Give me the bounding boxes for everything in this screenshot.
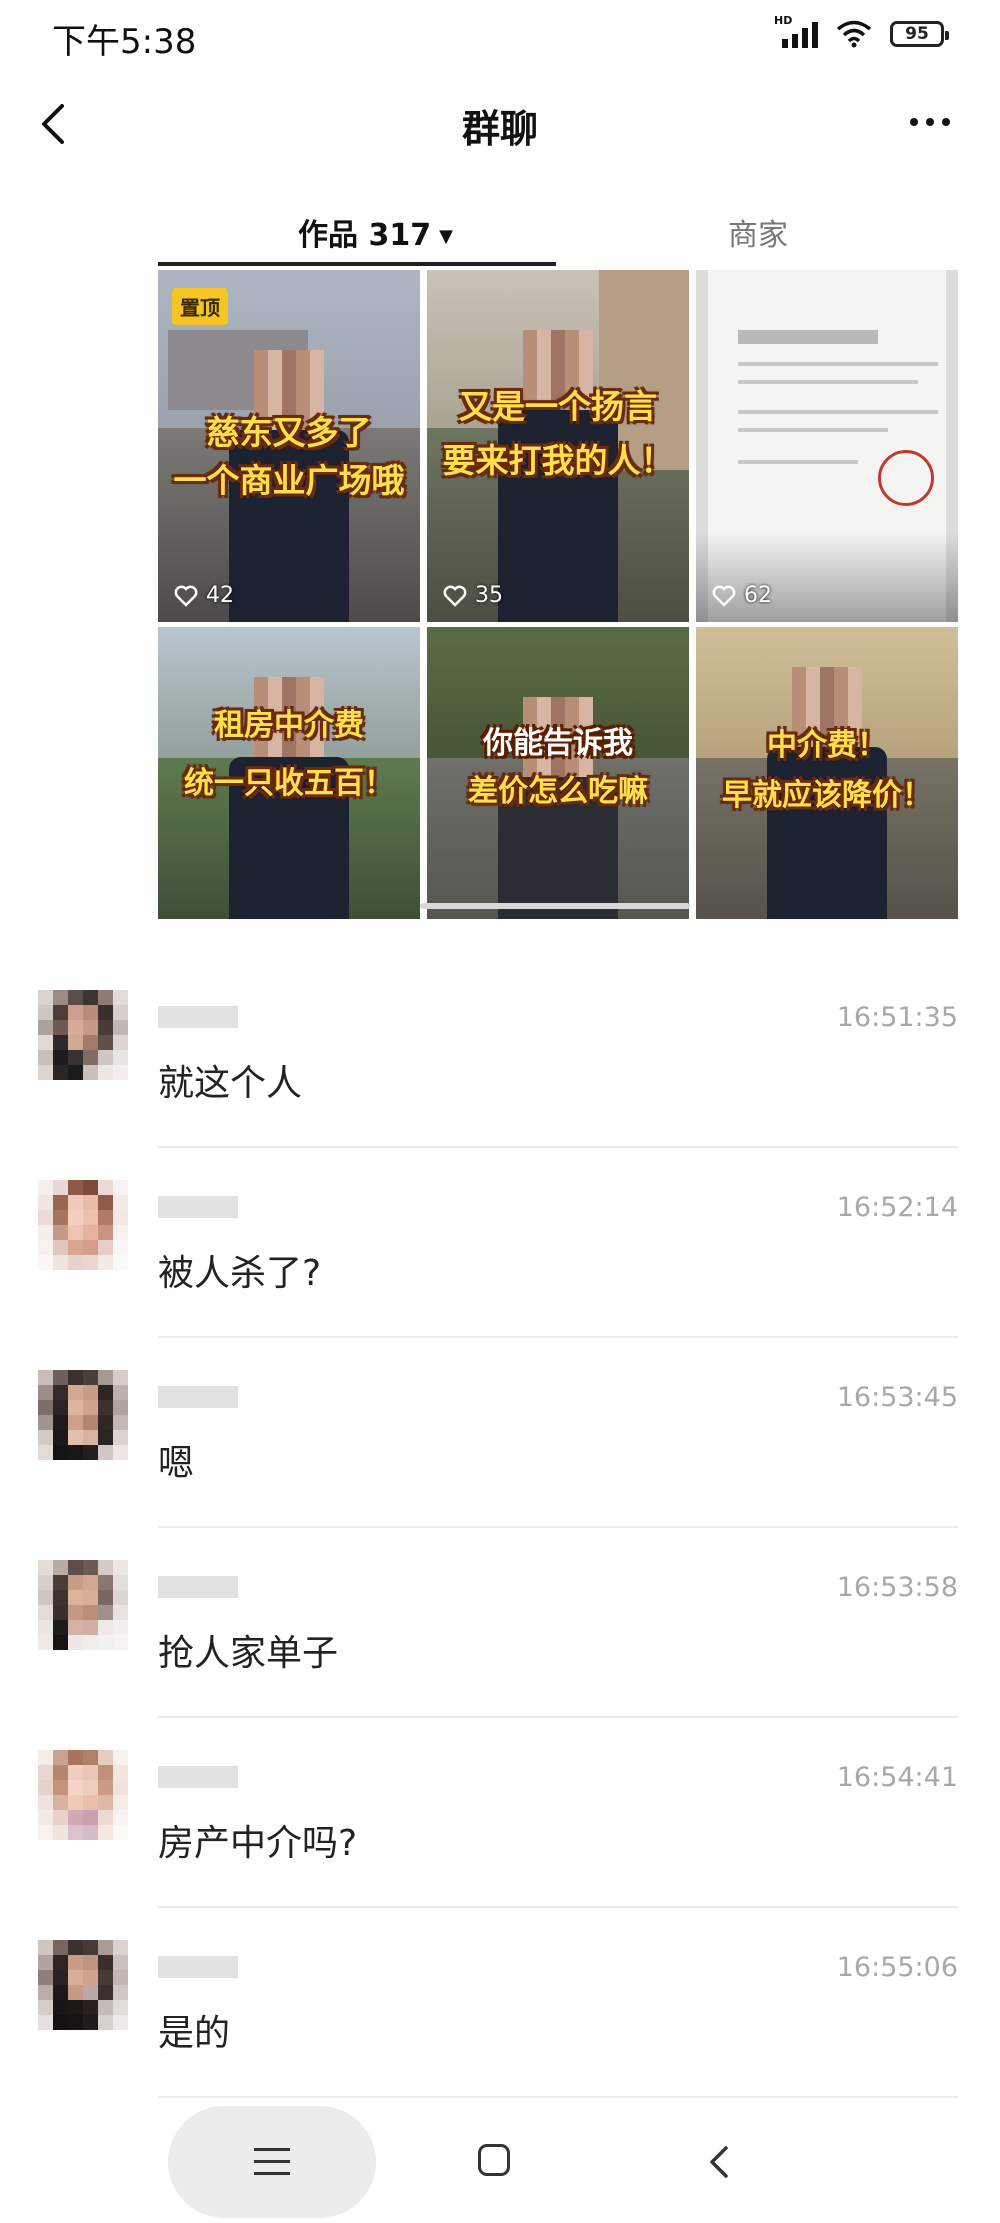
video-tile[interactable]: 中介费！ 早就应该降价！ — [696, 627, 958, 919]
video-grid: 置顶 慈东又多了 一个商业广场哦 42 又是一个扬言 要来打我的人！ 35 62… — [158, 270, 958, 920]
message-text: 房产中介吗? — [158, 1823, 358, 1864]
message-text: 就这个人 — [158, 1063, 303, 1104]
video-caption-line: 租房中介费 — [214, 708, 364, 743]
battery-level: 95 — [905, 24, 929, 44]
sender-name-blurred — [158, 1196, 238, 1218]
menu-button[interactable] — [168, 2106, 376, 2218]
message-time: 16:54:41 — [836, 1762, 958, 1793]
avatar[interactable] — [38, 990, 128, 1080]
avatar[interactable] — [38, 1750, 128, 1840]
video-caption-line: 统一只收五百！ — [184, 766, 394, 801]
status-bar: 下午5:38 HD 95 — [0, 0, 1000, 72]
message-text: 抢人家单子 — [158, 1633, 339, 1674]
hd-label: HD — [774, 14, 793, 27]
nav-bar: 群聊 — [0, 72, 1000, 182]
message-time: 16:55:06 — [836, 1952, 958, 1983]
video-tile[interactable]: 62 — [696, 270, 958, 622]
page-title: 群聊 — [461, 107, 538, 151]
heart-icon — [443, 585, 467, 607]
chat-message[interactable]: 被人杀了? 16:52:14 — [0, 1148, 1000, 1338]
caret-down-icon: ▼ — [439, 226, 453, 247]
sender-name-blurred — [158, 1956, 238, 1978]
video-caption-line: 早就应该降价！ — [722, 778, 932, 813]
profile-tabs: 作品 317 ▼ 商家 — [158, 196, 958, 268]
message-time: 16:51:35 — [836, 1002, 958, 1033]
home-icon[interactable] — [478, 2144, 510, 2176]
message-text: 被人杀了? — [158, 1253, 322, 1294]
video-tile[interactable]: 租房中介费 统一只收五百！ — [158, 627, 420, 919]
message-text: 嗯 — [158, 1443, 195, 1484]
battery-icon: 95 — [890, 21, 949, 47]
chat-message[interactable]: 是的 16:55:06 — [0, 1908, 1000, 2098]
signal-icon: HD — [774, 14, 818, 48]
like-count-value: 42 — [206, 583, 234, 608]
heart-icon — [174, 585, 198, 607]
chat-message[interactable]: 就这个人 16:51:35 — [0, 958, 1000, 1148]
video-tile[interactable]: 置顶 慈东又多了 一个商业广场哦 42 — [158, 270, 420, 622]
avatar[interactable] — [38, 1560, 128, 1650]
divider — [158, 2096, 958, 2098]
message-time: 16:53:58 — [836, 1572, 958, 1603]
video-caption-line: 又是一个扬言 — [459, 387, 657, 426]
sender-name-blurred — [158, 1386, 238, 1408]
video-caption-line: 差价怎么吃嘛 — [468, 774, 648, 809]
tab-works-label: 作品 317 — [298, 218, 432, 253]
message-time: 16:53:45 — [836, 1382, 958, 1413]
status-time: 下午5:38 — [52, 22, 197, 62]
video-caption-line: 中介费！ — [767, 728, 887, 763]
wifi-icon — [836, 20, 872, 48]
video-tile[interactable]: 又是一个扬言 要来打我的人！ 35 — [427, 270, 689, 622]
avatar[interactable] — [38, 1370, 128, 1460]
heart-icon — [712, 585, 736, 607]
horizontal-scroll-indicator — [420, 903, 690, 909]
active-tab-indicator — [158, 262, 556, 266]
avatar[interactable] — [38, 1940, 128, 2030]
status-icons: HD 95 — [774, 14, 949, 48]
like-count-value: 62 — [744, 583, 772, 608]
tab-merchant[interactable]: 商家 — [728, 210, 788, 254]
sender-name-blurred — [158, 1006, 238, 1028]
video-caption-line: 慈东又多了 — [206, 413, 372, 452]
pinned-badge: 置顶 — [172, 288, 228, 325]
like-count: 35 — [443, 583, 503, 608]
like-count-value: 35 — [475, 583, 503, 608]
video-tile[interactable]: 你能告诉我 差价怎么吃嘛 — [427, 627, 689, 919]
system-nav-bar — [0, 2100, 1000, 2223]
message-text: 是的 — [158, 2013, 231, 2054]
chat-message[interactable]: 嗯 16:53:45 — [0, 1338, 1000, 1528]
like-count: 42 — [174, 583, 234, 608]
video-caption-line: 要来打我的人！ — [442, 441, 674, 480]
message-time: 16:52:14 — [836, 1192, 958, 1223]
menu-icon — [254, 2148, 290, 2184]
video-caption-line: 你能告诉我 — [483, 726, 633, 761]
video-caption-line: 一个商业广场哦 — [173, 461, 405, 500]
back-icon[interactable] — [700, 2140, 740, 2184]
like-count: 62 — [712, 583, 772, 608]
sender-name-blurred — [158, 1576, 238, 1598]
chat-message[interactable]: 房产中介吗? 16:54:41 — [0, 1718, 1000, 1908]
avatar[interactable] — [38, 1180, 128, 1270]
chat-message[interactable]: 抢人家单子 16:53:58 — [0, 1528, 1000, 1718]
tab-works[interactable]: 作品 317 ▼ — [298, 210, 453, 254]
more-dots-icon[interactable] — [900, 102, 960, 142]
sender-name-blurred — [158, 1766, 238, 1788]
